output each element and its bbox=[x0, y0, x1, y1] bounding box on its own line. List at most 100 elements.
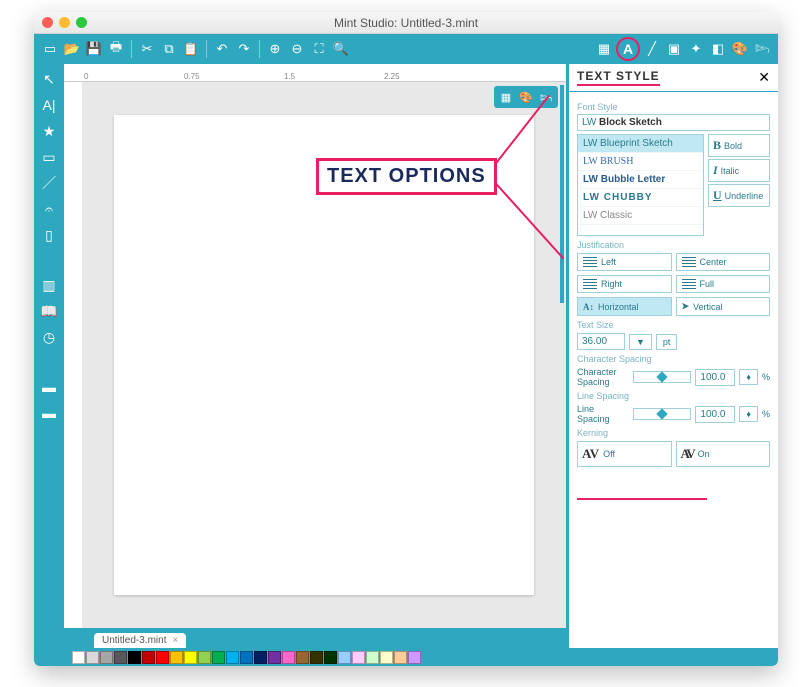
line-spacing-stepper[interactable]: ♦ bbox=[739, 406, 758, 422]
color-swatch[interactable] bbox=[338, 651, 351, 664]
color-swatch[interactable] bbox=[366, 651, 379, 664]
open-icon[interactable]: 📂 bbox=[62, 39, 82, 59]
print-icon[interactable]: 🖶 bbox=[106, 39, 126, 59]
cut-icon[interactable]: ✂ bbox=[137, 39, 157, 59]
tab-close-icon[interactable]: × bbox=[172, 635, 178, 646]
save-icon[interactable]: 💾 bbox=[84, 39, 104, 59]
color-swatch[interactable] bbox=[268, 651, 281, 664]
clock-icon[interactable]: ◷ bbox=[38, 326, 60, 348]
color-swatch[interactable] bbox=[240, 651, 253, 664]
color-swatch[interactable] bbox=[142, 651, 155, 664]
underline-button[interactable]: UUnderline bbox=[708, 184, 770, 207]
orient-horizontal-button[interactable]: A↕Horizontal bbox=[577, 297, 672, 316]
crop-icon[interactable]: ▣ bbox=[664, 39, 684, 59]
text-size-input[interactable]: 36.00 bbox=[577, 333, 625, 350]
color-swatch[interactable] bbox=[226, 651, 239, 664]
text-icon[interactable]: A| bbox=[38, 94, 60, 116]
color-swatch[interactable] bbox=[86, 651, 99, 664]
copy-icon[interactable]: ⧉ bbox=[159, 39, 179, 59]
font-list[interactable]: LW Blueprint Sketch LW BRUSH LW Bubble L… bbox=[577, 134, 704, 236]
book-icon[interactable]: 📖 bbox=[38, 300, 60, 322]
minimize-icon[interactable] bbox=[59, 17, 70, 28]
justify-center-button[interactable]: Center bbox=[676, 253, 771, 271]
font-option[interactable]: LW BRUSH bbox=[578, 153, 703, 171]
zoom-select-icon[interactable]: 🔍 bbox=[331, 39, 351, 59]
zoom-fit-icon[interactable]: ⛶ bbox=[309, 39, 329, 59]
palette-icon[interactable]: 🎨 bbox=[730, 39, 750, 59]
size-stepper[interactable]: ▼ bbox=[629, 334, 652, 350]
feather-icon[interactable]: 𓆸 bbox=[752, 39, 772, 59]
color-swatch[interactable] bbox=[296, 651, 309, 664]
badge-grid-icon[interactable]: ▦ bbox=[497, 89, 515, 105]
text-style-panel: TEXT STYLE ✕ Font Style LW Block Sketch … bbox=[566, 64, 778, 648]
char-spacing-stepper[interactable]: ♦ bbox=[739, 369, 758, 385]
redo-icon[interactable]: ↷ bbox=[234, 39, 254, 59]
tab-label: Untitled-3.mint bbox=[102, 635, 166, 646]
italic-button[interactable]: IItalic bbox=[708, 159, 770, 182]
text-tool-button[interactable]: A bbox=[616, 37, 640, 61]
rect-icon[interactable]: ▭ bbox=[38, 146, 60, 168]
font-option[interactable]: LW Bubble Letter bbox=[578, 171, 703, 189]
layer2-icon[interactable]: ▬ bbox=[38, 402, 60, 424]
color-swatch[interactable] bbox=[254, 651, 267, 664]
justify-left-button[interactable]: Left bbox=[577, 253, 672, 271]
color-swatch[interactable] bbox=[408, 651, 421, 664]
close-icon[interactable] bbox=[42, 17, 53, 28]
size-unit[interactable]: pt bbox=[656, 334, 678, 350]
layer1-icon[interactable]: ▬ bbox=[38, 376, 60, 398]
color-swatch[interactable] bbox=[184, 651, 197, 664]
zoom-in-icon[interactable]: ⊕ bbox=[265, 39, 285, 59]
color-swatch[interactable] bbox=[380, 651, 393, 664]
color-swatch[interactable] bbox=[128, 651, 141, 664]
font-option[interactable]: LW Classic bbox=[578, 207, 703, 225]
color-swatch[interactable] bbox=[100, 651, 113, 664]
paste-icon[interactable]: 📋 bbox=[181, 39, 201, 59]
orient-vertical-button[interactable]: ➤Vertical bbox=[676, 297, 771, 316]
new-icon[interactable]: ▭ bbox=[40, 39, 60, 59]
char-spacing-input[interactable]: 100.0 bbox=[695, 369, 735, 386]
panel-close-icon[interactable]: ✕ bbox=[758, 69, 770, 86]
font-option[interactable]: LW Blueprint Sketch bbox=[578, 135, 703, 153]
effects-icon[interactable]: ✦ bbox=[686, 39, 706, 59]
char-spacing-title: Character Spacing bbox=[577, 367, 629, 387]
char-spacing-slider[interactable] bbox=[633, 371, 691, 383]
star-icon[interactable]: ★ bbox=[38, 120, 60, 142]
annotation-bar bbox=[560, 85, 564, 303]
select-icon[interactable]: ↖ bbox=[38, 68, 60, 90]
color-swatch[interactable] bbox=[394, 651, 407, 664]
font-option[interactable]: LW CHUBBY bbox=[578, 189, 703, 207]
kerning-label: Kerning bbox=[577, 428, 770, 438]
kerning-off-button[interactable]: AVOff bbox=[577, 441, 672, 467]
color-swatch[interactable] bbox=[198, 651, 211, 664]
justify-right-button[interactable]: Right bbox=[577, 275, 672, 293]
kerning-on-button[interactable]: AVOn bbox=[676, 441, 771, 467]
line-icon[interactable]: ／ bbox=[38, 172, 60, 194]
eraser-icon[interactable]: ▯ bbox=[38, 224, 60, 246]
transform-icon[interactable]: ◧ bbox=[708, 39, 728, 59]
zoom-out-icon[interactable]: ⊖ bbox=[287, 39, 307, 59]
brush-icon[interactable]: 𝄐 bbox=[38, 198, 60, 220]
color-swatch[interactable] bbox=[212, 651, 225, 664]
justify-full-button[interactable]: Full bbox=[676, 275, 771, 293]
justification-label: Justification bbox=[577, 240, 770, 250]
color-swatch[interactable] bbox=[156, 651, 169, 664]
color-swatch[interactable] bbox=[352, 651, 365, 664]
color-swatch[interactable] bbox=[310, 651, 323, 664]
color-swatch[interactable] bbox=[114, 651, 127, 664]
color-swatch[interactable] bbox=[282, 651, 295, 664]
font-name-input[interactable]: LW Block Sketch bbox=[577, 114, 770, 131]
color-swatch[interactable] bbox=[324, 651, 337, 664]
color-swatch[interactable] bbox=[72, 651, 85, 664]
badge-palette-icon[interactable]: 🎨 bbox=[517, 89, 535, 105]
bold-button[interactable]: BBold bbox=[708, 134, 770, 157]
line-spacing-slider[interactable] bbox=[633, 408, 691, 420]
zoom-icon[interactable] bbox=[76, 17, 87, 28]
library-icon[interactable]: ▥ bbox=[38, 274, 60, 296]
line-spacing-input[interactable]: 100.0 bbox=[695, 406, 735, 423]
panel-title: TEXT STYLE bbox=[577, 69, 660, 86]
undo-icon[interactable]: ↶ bbox=[212, 39, 232, 59]
document-tab[interactable]: Untitled-3.mint × bbox=[94, 633, 186, 648]
color-swatch[interactable] bbox=[170, 651, 183, 664]
fill-icon[interactable]: ▦ bbox=[594, 39, 614, 59]
line-style-icon[interactable]: ╱ bbox=[642, 39, 662, 59]
